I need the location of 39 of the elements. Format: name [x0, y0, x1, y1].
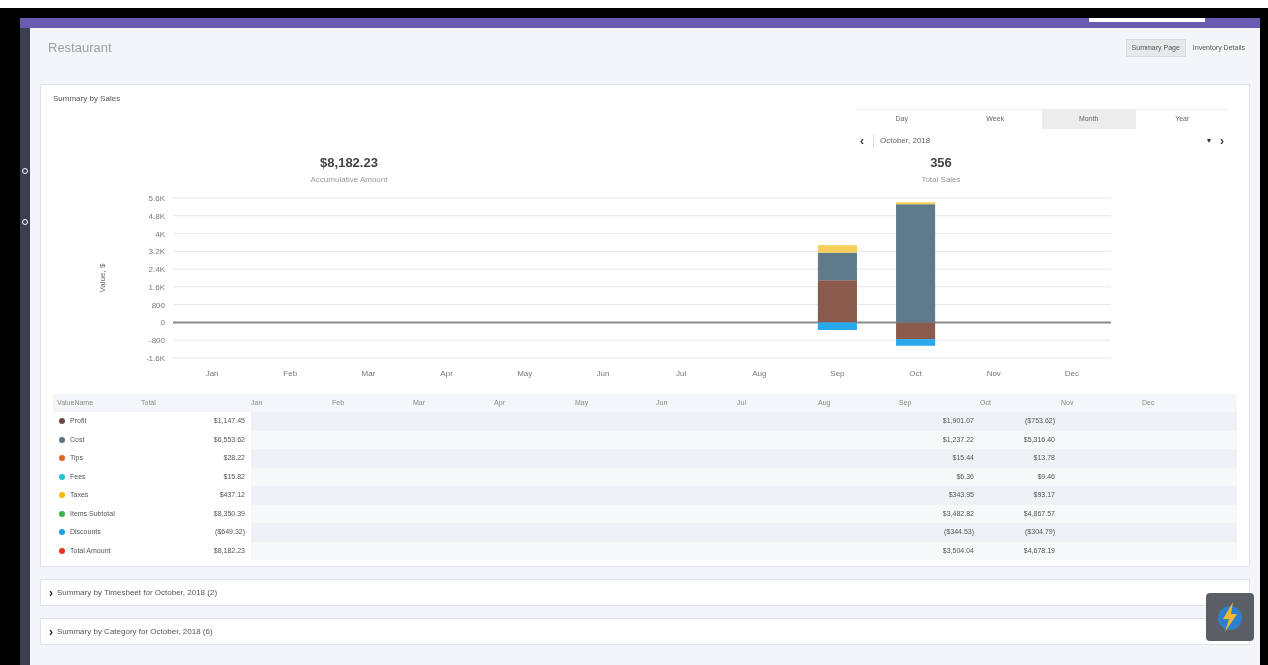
stat-label: Accumulative Amount [310, 174, 388, 186]
y-tick-label: 4K [155, 229, 165, 239]
x-tick-label: Jun [596, 369, 610, 378]
y-tick-label: 5.6K [148, 194, 165, 203]
y-axis-title: Value, $ [98, 263, 107, 293]
section-header[interactable]: › Summary by Category for October, 2018 (6) [40, 618, 1250, 645]
stat-value: 356 [930, 153, 952, 172]
y-tick-label: 1.6K [148, 282, 165, 292]
caret-icon: › [49, 583, 53, 602]
x-tick-label: Aug [752, 369, 767, 378]
card-title: Summary by Sales [53, 93, 121, 105]
y-tick-label: 0 [160, 318, 165, 328]
section-header[interactable]: › Summary by Timesheet for October, 2018 (2) [40, 579, 1250, 606]
lightning-button[interactable] [1206, 593, 1254, 641]
y-tick-label: 800 [151, 300, 165, 310]
caret-icon: › [49, 622, 53, 641]
lightning-icon [1215, 600, 1245, 634]
y-tick-label: -800 [149, 336, 165, 346]
x-tick-label: Nov [986, 369, 1001, 378]
search-field[interactable] [1089, 18, 1205, 22]
x-tick-label: May [517, 369, 533, 378]
x-tick-label: Oct [909, 369, 922, 378]
page-title: Restaurant [48, 39, 112, 58]
next-button[interactable]: › [1215, 134, 1229, 147]
y-tick-label: 3.2K [148, 247, 165, 257]
y-tick-label: 4.8K [148, 211, 165, 221]
stat-value: $8,182.23 [320, 153, 378, 172]
previous-button[interactable]: ‹ [855, 134, 869, 147]
stat-label: Total Sales [921, 174, 961, 186]
x-tick-label: Mar [361, 369, 376, 378]
x-tick-label: Jan [205, 369, 219, 378]
x-tick-label: Apr [440, 369, 453, 378]
y-tick-label: 2.4K [148, 265, 165, 275]
x-tick-label: Dec [1064, 369, 1080, 378]
x-tick-label: Sep [830, 369, 845, 378]
x-tick-label: Feb [283, 369, 298, 378]
date-select[interactable]: October, 2018 ▾ [873, 134, 1211, 147]
x-tick-label: Jul [675, 369, 687, 378]
y-tick-label: -1.6K [145, 354, 165, 363]
